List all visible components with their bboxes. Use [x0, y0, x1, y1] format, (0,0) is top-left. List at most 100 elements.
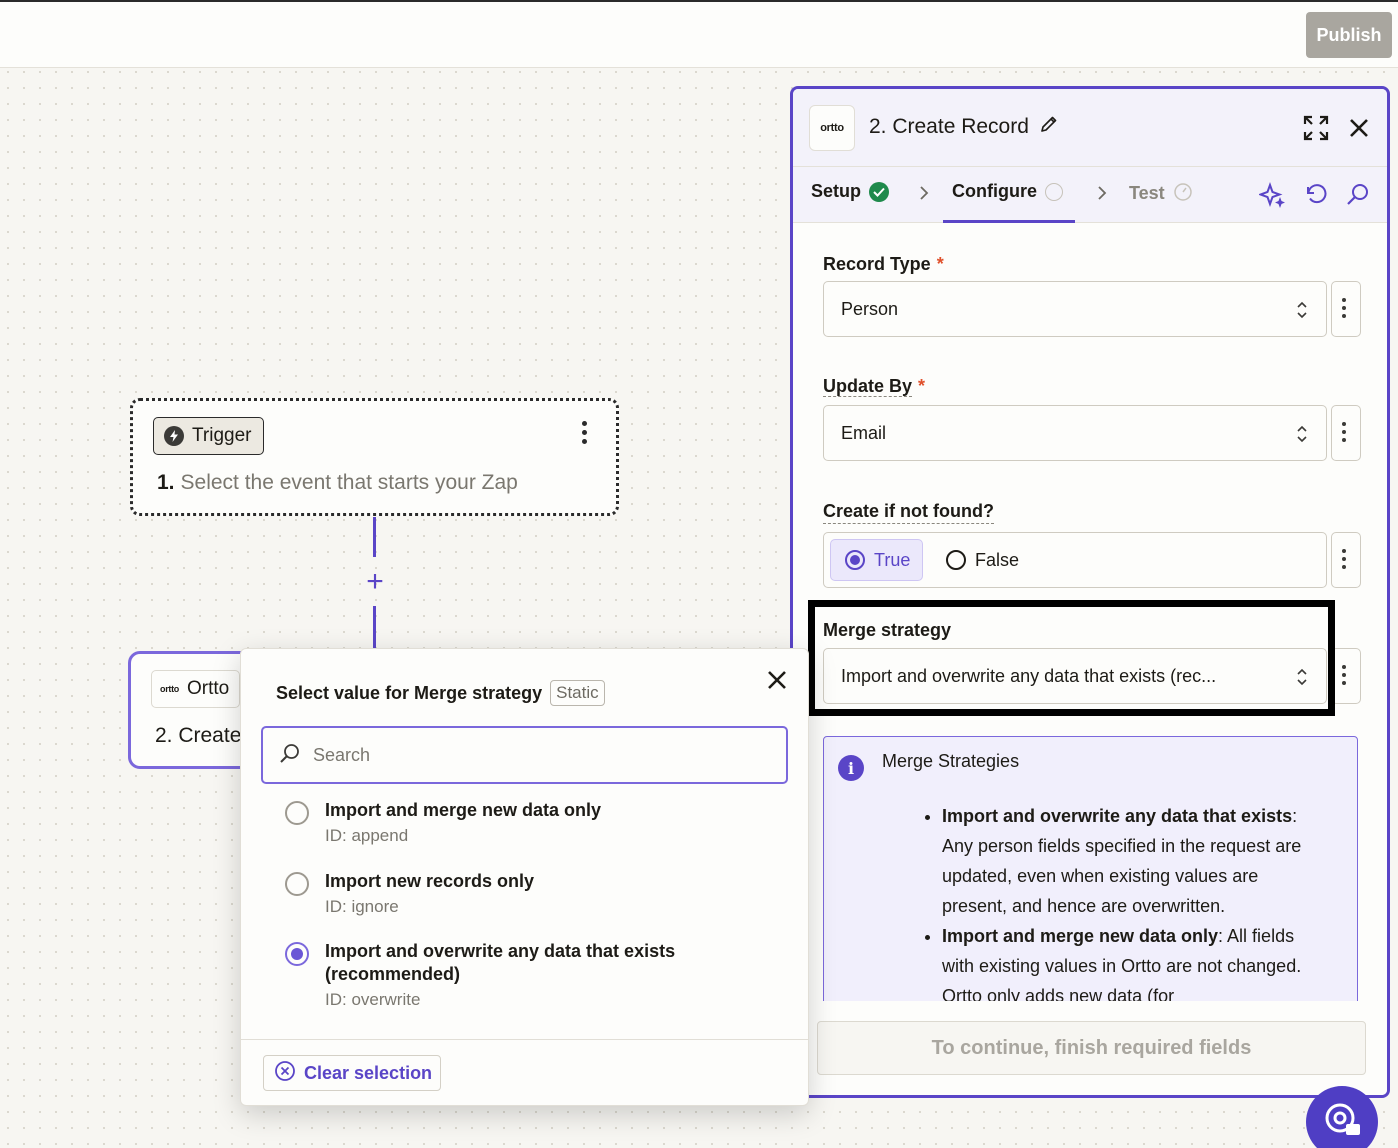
tab-setup-label: Setup	[811, 181, 862, 201]
false-option[interactable]: False	[932, 539, 1031, 581]
ai-sparkle-icon[interactable]	[1257, 181, 1287, 214]
create-if-not-found-options-button[interactable]	[1331, 532, 1361, 588]
trigger-badge-label: Trigger	[192, 425, 252, 446]
radio-selected-icon[interactable]	[285, 942, 309, 966]
option-id: ID: append	[325, 826, 409, 845]
chevron-right-icon	[919, 185, 929, 206]
false-option-label: False	[975, 549, 1020, 570]
option-label: Import and merge new data only	[325, 800, 602, 820]
panel-footer: To continue, finish required fields	[793, 1001, 1387, 1095]
updown-chevron-icon	[1297, 668, 1307, 686]
connector-line	[373, 517, 376, 557]
option-ignore[interactable]: Import new records only ID: ignore	[285, 870, 534, 917]
action-title: 2. Create	[155, 724, 242, 747]
help-chat-button[interactable]	[1306, 1086, 1378, 1148]
record-type-label: Record Type *	[823, 254, 944, 275]
option-append[interactable]: Import and merge new data only ID: appen…	[285, 799, 601, 846]
search-field[interactable]	[261, 726, 788, 784]
panel-title: 2. Create Record	[869, 114, 1059, 140]
option-label: Import and overwrite any data that exist…	[325, 941, 676, 984]
kebab-icon	[1342, 665, 1348, 685]
popup-title: Select value for Merge strategy Static	[276, 680, 605, 706]
kebab-icon	[1342, 422, 1348, 442]
popup-title-text: Select value for Merge strategy	[276, 682, 543, 703]
step-tabs: Setup Configure Test	[793, 167, 1387, 223]
search-icon	[279, 742, 301, 769]
merge-strategy-options-button[interactable]	[1331, 648, 1361, 704]
top-bar: Publish	[0, 0, 1398, 68]
merge-strategy-select[interactable]: Import and overwrite any data that exist…	[823, 648, 1327, 704]
tab-test-label: Test	[1129, 183, 1165, 203]
update-by-select[interactable]: Email	[823, 405, 1327, 461]
merge-strategy-label: Merge strategy	[823, 620, 952, 640]
create-if-not-found-radio-group: True False	[823, 532, 1327, 588]
action-app-name: Ortto	[187, 678, 230, 699]
update-by-value: Email	[841, 422, 887, 443]
check-icon	[869, 181, 890, 202]
info-list: Import and overwrite any data that exist…	[942, 801, 1327, 1011]
chevron-right-icon	[1097, 185, 1107, 206]
panel-title-text: 2. Create Record	[869, 115, 1029, 138]
tab-configure[interactable]: Configure	[952, 181, 1063, 202]
create-if-not-found-label: Create if not found?	[823, 501, 994, 524]
radio-unselected-icon[interactable]	[285, 801, 309, 825]
trigger-badge: Trigger	[153, 417, 265, 455]
option-overwrite[interactable]: Import and overwrite any data that exist…	[285, 940, 685, 1010]
info-item: Import and overwrite any data that exist…	[942, 801, 1327, 921]
update-by-options-button[interactable]	[1331, 405, 1361, 461]
radio-unselected-icon[interactable]	[285, 872, 309, 896]
step-editor-panel: ortto 2. Create Record Setup Configure T…	[790, 86, 1390, 1098]
radio-selected-icon	[845, 550, 865, 570]
trigger-menu-icon[interactable]	[582, 421, 588, 444]
merge-strategy-popup: Select value for Merge strategy Static I…	[240, 648, 809, 1106]
true-option-label: True	[874, 549, 911, 570]
connector-line	[373, 606, 376, 651]
pencil-icon[interactable]	[1039, 114, 1059, 140]
refresh-icon[interactable]	[1303, 181, 1329, 212]
option-id: ID: overwrite	[325, 990, 421, 1009]
ortto-logo: ortto	[809, 105, 855, 151]
action-badge: ortto Ortto	[151, 670, 241, 708]
bolt-icon	[164, 426, 184, 446]
info-item-bold: Import and merge new data only	[942, 926, 1219, 946]
add-step-plus-icon[interactable]: +	[362, 567, 388, 597]
updown-chevron-icon	[1297, 425, 1307, 443]
expand-icon[interactable]	[1303, 115, 1329, 141]
trigger-title: 1. Select the event that starts your Zap	[157, 471, 518, 495]
search-icon[interactable]	[1345, 181, 1371, 212]
updown-chevron-icon	[1297, 301, 1307, 319]
update-by-label: Update By *	[823, 376, 925, 397]
active-tab-indicator	[943, 220, 1075, 223]
clear-selection-button[interactable]: Clear selection	[263, 1055, 442, 1091]
kebab-icon	[1342, 298, 1348, 318]
record-type-options-button[interactable]	[1331, 281, 1361, 337]
record-type-value: Person	[841, 298, 899, 319]
search-input[interactable]	[313, 744, 753, 766]
close-panel-icon[interactable]	[1346, 115, 1372, 141]
info-item-bold: Import and overwrite any data that exist…	[942, 806, 1293, 826]
trigger-title-text: Select the event that starts your Zap	[180, 471, 518, 494]
static-badge: Static	[550, 680, 605, 706]
trigger-node[interactable]: Trigger 1. Select the event that starts y…	[130, 398, 619, 516]
tab-setup[interactable]: Setup	[811, 181, 890, 202]
option-label: Import new records only	[325, 871, 535, 891]
radio-unselected-icon	[946, 550, 966, 570]
panel-header: ortto 2. Create Record	[793, 89, 1387, 167]
info-title: Merge Strategies	[882, 751, 1020, 771]
merge-strategies-info: i Merge Strategies Import and overwrite …	[823, 736, 1358, 1036]
publish-button[interactable]: Publish	[1306, 12, 1392, 58]
close-icon[interactable]	[765, 669, 789, 693]
clear-circle-x-icon	[274, 1060, 296, 1087]
required-asterisk: *	[918, 376, 926, 396]
update-by-label-text: Update By	[823, 376, 913, 397]
merge-strategy-value: Import and overwrite any data that exist…	[841, 665, 1217, 686]
continue-button[interactable]: To continue, finish required fields	[817, 1021, 1366, 1075]
info-icon: i	[838, 755, 864, 781]
help-chat-icon	[1322, 1100, 1362, 1145]
record-type-select[interactable]: Person	[823, 281, 1327, 337]
tab-test[interactable]: Test	[1129, 181, 1193, 206]
info-item: Import and merge new data only: All fiel…	[942, 921, 1327, 1011]
true-option[interactable]: True	[830, 539, 924, 581]
timer-icon	[1173, 181, 1193, 206]
kebab-icon	[1342, 549, 1348, 569]
